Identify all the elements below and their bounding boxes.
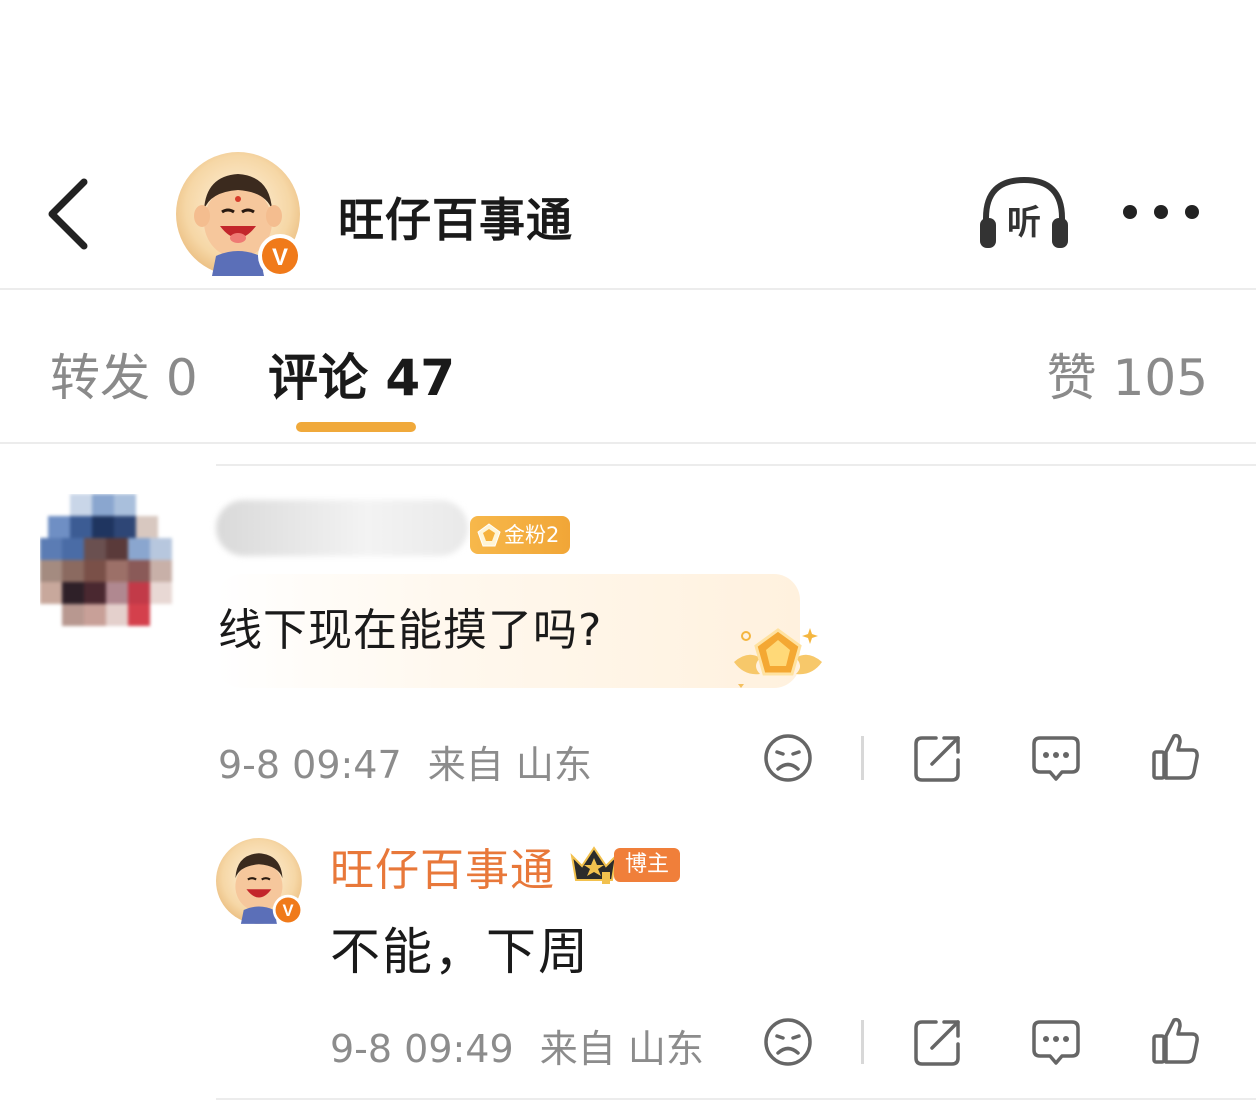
comment-time: 9-8 09:47 xyxy=(218,743,402,787)
like-icon xyxy=(1152,733,1199,780)
like-button[interactable] xyxy=(1150,730,1202,782)
action-separator xyxy=(861,1020,864,1064)
reply-time: 9-8 09:49 xyxy=(330,1027,514,1071)
like-icon xyxy=(1152,1017,1199,1064)
reply-like-button[interactable] xyxy=(1150,1014,1202,1066)
reply-author-name[interactable]: 旺仔百事通 xyxy=(330,834,555,898)
listen-button[interactable]: 听 xyxy=(976,172,1072,258)
more-button[interactable] xyxy=(1118,194,1204,230)
comment-meta: 9-8 09:47 来自 山东 xyxy=(218,734,592,789)
commenter-avatar[interactable] xyxy=(40,494,180,640)
comment-text: 线下现在能摸了吗? xyxy=(218,605,603,656)
comment-icon xyxy=(1032,1020,1080,1065)
crown-icon xyxy=(570,846,618,884)
more-icon xyxy=(1123,205,1199,219)
reply-meta: 9-8 09:49 来自 山东 xyxy=(330,1018,704,1073)
reply-dislike-button[interactable] xyxy=(762,1016,814,1068)
reply-location: 来自 山东 xyxy=(539,1027,704,1071)
reply-comment-button[interactable] xyxy=(1030,1016,1082,1068)
sad-face-icon xyxy=(764,1018,812,1066)
tab-repost[interactable]: 转发 0 xyxy=(50,338,198,410)
back-icon xyxy=(48,178,88,250)
divider xyxy=(216,464,1256,466)
fan-medal-icon xyxy=(730,620,826,690)
svg-text:V: V xyxy=(272,244,288,271)
comment-location: 来自 山东 xyxy=(427,743,592,787)
action-separator xyxy=(861,736,864,780)
commenter-name-blurred[interactable] xyxy=(216,500,468,556)
tab-bar: 转发 0 评论 47 赞 105 xyxy=(0,292,1256,444)
dislike-button[interactable] xyxy=(762,732,814,784)
author-name[interactable]: 旺仔百事通 xyxy=(338,184,573,250)
tab-comments[interactable]: 评论 47 xyxy=(268,338,455,410)
tab-likes[interactable]: 赞 105 xyxy=(1047,338,1208,410)
listen-label: 听 xyxy=(1007,203,1041,243)
host-badge: 博主 xyxy=(568,844,680,886)
comment-icon xyxy=(1032,736,1080,781)
share-icon xyxy=(914,736,960,782)
back-button[interactable] xyxy=(40,174,100,254)
reply-button[interactable] xyxy=(1030,732,1082,784)
active-tab-indicator xyxy=(296,422,416,432)
fan-badge[interactable]: 金粉2 xyxy=(470,516,570,554)
gem-icon xyxy=(477,523,501,547)
headphones-icon: 听 xyxy=(980,176,1068,248)
sad-face-icon xyxy=(764,734,812,782)
share-button[interactable] xyxy=(912,732,964,784)
svg-text:V: V xyxy=(282,901,293,920)
reply-text: 不能，下周 xyxy=(330,923,590,981)
fan-badge-label: 金粉2 xyxy=(504,523,560,547)
host-badge-label: 博主 xyxy=(614,848,680,882)
reply-share-button[interactable] xyxy=(912,1016,964,1068)
author-avatar[interactable]: V xyxy=(176,152,302,278)
reply-author-avatar[interactable]: V xyxy=(216,838,304,926)
divider xyxy=(216,1098,1256,1100)
share-icon xyxy=(914,1020,960,1066)
top-bar: V 旺仔百事通 听 xyxy=(0,140,1256,290)
